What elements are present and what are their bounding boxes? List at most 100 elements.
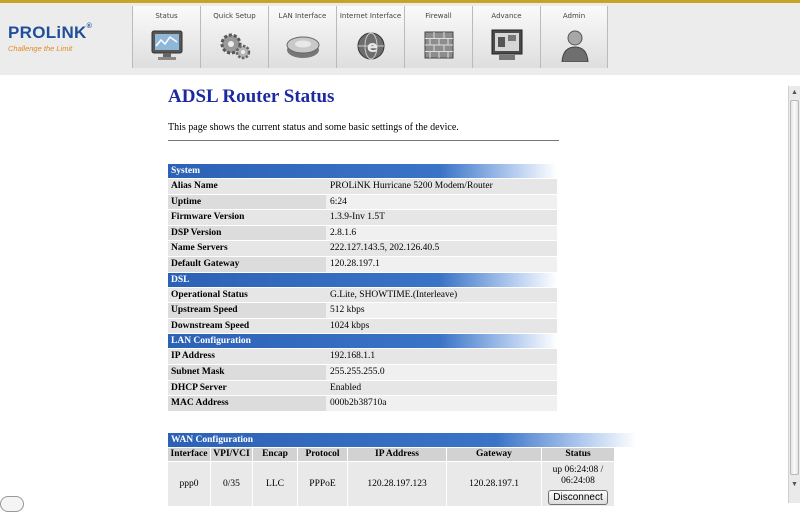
row-label: Name Servers (168, 241, 326, 256)
row-value: 120.28.197.1 (326, 256, 557, 272)
table-row: Default Gateway 120.28.197.1 (168, 256, 557, 272)
table-row: Alias Name PROLiNK Hurricane 5200 Modem/R… (168, 179, 557, 194)
wan-protocol-cell: PPPoE (298, 462, 347, 506)
row-label: Upstream Speed (168, 303, 326, 318)
page-description: This page shows the current status and s… (168, 122, 459, 133)
nav-label-firewall: Firewall (425, 12, 452, 20)
table-row: Subnet Mask 255.255.255.0 (168, 364, 557, 380)
table-row: DHCP Server Enabled (168, 380, 557, 396)
nav-item-internet-interface[interactable]: Internet Interface e (336, 6, 404, 68)
section-header-wan: WAN Configuration (168, 433, 637, 447)
brick-wall-icon (424, 31, 454, 59)
nav-item-quick-setup[interactable]: Quick Setup (200, 6, 268, 68)
section-header-system: System (168, 164, 557, 178)
nav-label-status: Status (155, 12, 178, 20)
status-table: System Alias Name PROLiNK Hurricane 5200 … (168, 164, 557, 412)
monitor-icon (151, 30, 183, 60)
wan-grid: Interface VPI/VCI Encap Protocol IP Addr… (168, 448, 636, 506)
wan-vpi-vci-cell: 0/35 (211, 462, 252, 506)
column-header-status: Status (542, 448, 614, 461)
computer-icon (491, 29, 523, 60)
globe-icon: e (357, 32, 385, 60)
row-label: DHCP Server (168, 380, 326, 396)
row-value: 222.127.143.5, 202.126.40.5 (326, 241, 557, 256)
scroll-up-arrow-icon[interactable]: ▲ (789, 86, 800, 98)
main-nav: Status Quick Setup LAN Interface Interne… (132, 6, 608, 69)
nav-label-internet-interface: Internet Interface (339, 12, 402, 20)
row-value: 2.8.1.6 (326, 225, 557, 241)
wan-interface-cell: ppp0 (168, 462, 210, 506)
row-label: MAC Address (168, 396, 326, 411)
page-title: ADSL Router Status (168, 86, 335, 107)
row-value: PROLiNK Hurricane 5200 Modem/Router (326, 179, 557, 194)
table-row: Upstream Speed 512 kbps (168, 303, 557, 318)
row-value: 6:24 (326, 194, 557, 210)
dsl-rows: Operational Status G.Lite, SHOWTIME.(Inte… (168, 287, 557, 334)
table-row: IP Address 192.168.1.1 (168, 349, 557, 364)
wan-gateway-cell: 120.28.197.1 (447, 462, 541, 506)
row-value: 255.255.255.0 (326, 364, 557, 380)
row-value: G.Lite, SHOWTIME.(Interleave) (326, 287, 557, 303)
nav-item-lan-interface[interactable]: LAN Interface (268, 6, 336, 68)
vertical-scrollbar[interactable]: ▲ ▼ (788, 86, 800, 503)
column-header-protocol: Protocol (298, 448, 347, 461)
brand-name: PROLiNK (8, 23, 87, 42)
row-value: 1024 kbps (326, 318, 557, 334)
row-value: 000b2b38710a (326, 396, 557, 411)
nav-label-admin: Admin (562, 12, 586, 20)
row-label: Default Gateway (168, 256, 326, 272)
nav-label-lan-interface: LAN Interface (278, 12, 327, 20)
table-row: Downstream Speed 1024 kbps (168, 318, 557, 334)
gears-icon (220, 33, 251, 60)
table-row: Firmware Version 1.3.9-Inv 1.5T (168, 210, 557, 225)
row-label: Operational Status (168, 287, 326, 303)
prolink-logo[interactable]: PROLiNK® Challenge the Limit (8, 23, 126, 57)
row-value: 1.3.9-Inv 1.5T (326, 210, 557, 225)
table-row: Operational Status G.Lite, SHOWTIME.(Inte… (168, 287, 557, 303)
row-label: IP Address (168, 349, 326, 364)
column-header-gateway: Gateway (447, 448, 541, 461)
row-value: Enabled (326, 380, 557, 396)
row-value: 512 kbps (326, 303, 557, 318)
column-header-ip-address: IP Address (348, 448, 446, 461)
row-label: Subnet Mask (168, 364, 326, 380)
user-icon (561, 30, 589, 62)
scrollbar-thumb[interactable] (790, 100, 799, 475)
table-row: Name Servers 222.127.143.5, 202.126.40.5 (168, 241, 557, 256)
table-row: MAC Address 000b2b38710a (168, 396, 557, 411)
brand-slogan: Challenge the Limit (8, 44, 73, 53)
column-header-vpi-vci: VPI/VCI (211, 448, 252, 461)
status-bar-widget (0, 496, 24, 512)
brand-reg-mark: ® (86, 23, 93, 30)
table-row: DSP Version 2.8.1.6 (168, 225, 557, 241)
nav-item-advance[interactable]: Advance (472, 6, 540, 68)
wan-ip-cell: 120.28.197.123 (348, 462, 446, 506)
nav-item-firewall[interactable]: Firewall (404, 6, 472, 68)
system-rows: Alias Name PROLiNK Hurricane 5200 Modem/R… (168, 179, 557, 272)
section-header-lan: LAN Configuration (168, 334, 557, 349)
nav-label-quick-setup: Quick Setup (213, 12, 256, 20)
svg-text:e: e (367, 37, 378, 56)
nav-label-advance: Advance (491, 12, 522, 20)
row-value: 192.168.1.1 (326, 349, 557, 364)
row-label: Downstream Speed (168, 318, 326, 334)
row-label: Alias Name (168, 179, 326, 194)
row-label: DSP Version (168, 225, 326, 241)
section-header-dsl: DSL (168, 272, 557, 287)
scroll-down-arrow-icon[interactable]: ▼ (789, 478, 800, 490)
nav-item-status[interactable]: Status (132, 6, 200, 68)
wan-encap-cell: LLC (253, 462, 297, 506)
header: PROLiNK® Challenge the Limit Status Quic… (0, 3, 800, 75)
lan-rows: IP Address 192.168.1.1 Subnet Mask 255.255… (168, 349, 557, 411)
hard-drive-icon (286, 36, 320, 58)
title-divider (168, 140, 559, 141)
wan-status-cell: up 06:24:08 / 06:24:08 Disconnect (542, 462, 614, 506)
table-row: Uptime 6:24 (168, 194, 557, 210)
nav-item-admin[interactable]: Admin (540, 6, 608, 68)
column-header-interface: Interface (168, 448, 210, 461)
column-header-encap: Encap (253, 448, 297, 461)
row-label: Uptime (168, 194, 326, 210)
row-label: Firmware Version (168, 210, 326, 225)
wan-status-line-1: up 06:24:08 / (552, 465, 604, 475)
wan-status-line-2: 06:24:08 (561, 476, 595, 486)
